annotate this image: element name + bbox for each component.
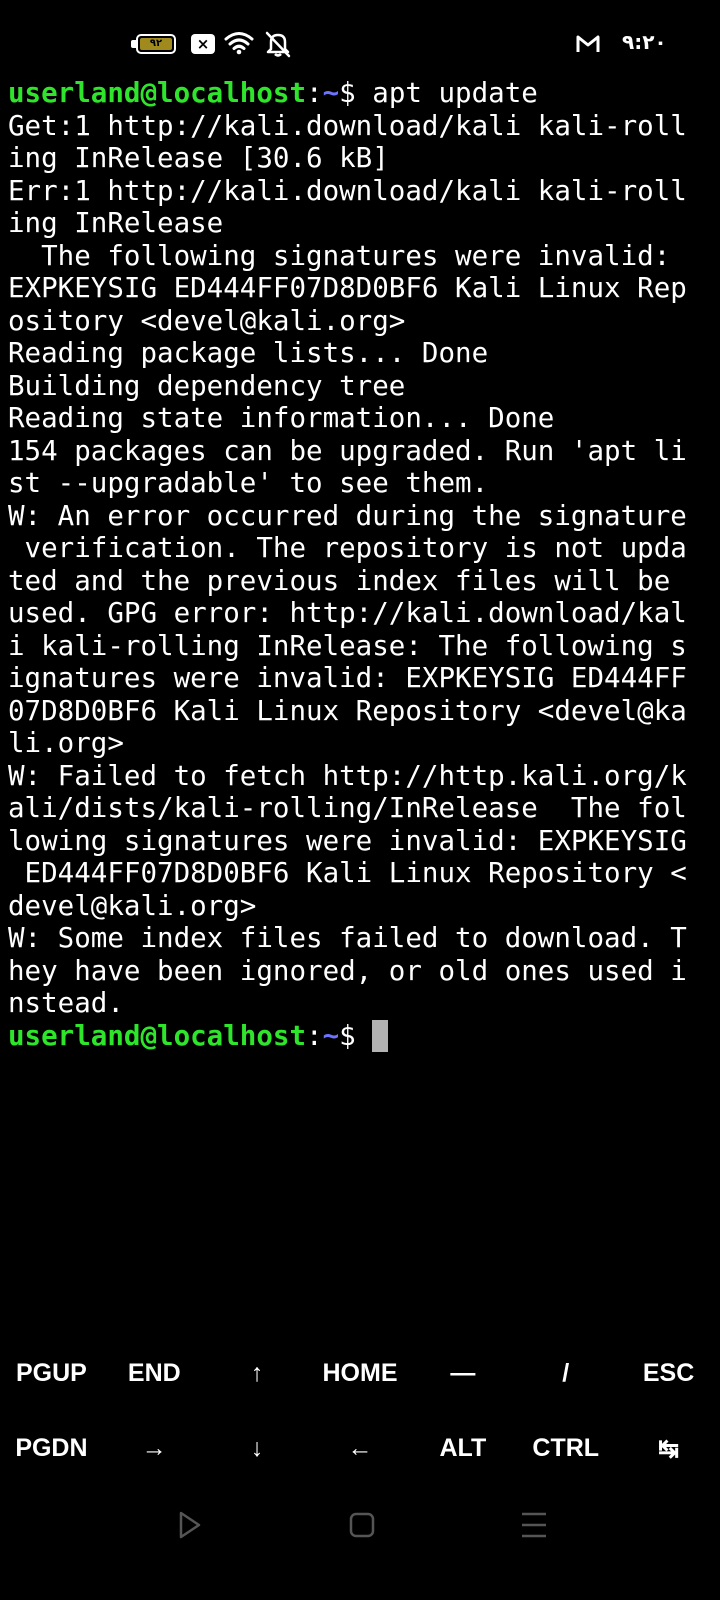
terminal-view[interactable]: userland@localhost:~$ apt update Get:1 h… xyxy=(8,77,712,1052)
battery-icon: ۹۲ xyxy=(136,34,176,54)
terminal-output-line: EXPKEYSIG ED444FF07D8D0BF6 Kali Linux Re… xyxy=(8,272,687,304)
gmail-icon xyxy=(576,35,600,52)
terminal-output-line: ted and the previous index files will be xyxy=(8,564,671,597)
terminal-output-line: W: Failed to fetch http://http.kali.org/… xyxy=(8,759,687,792)
navigation-bar xyxy=(0,1510,720,1600)
terminal-output-line: Err:1 http://kali.download/kali kali-rol… xyxy=(8,174,687,207)
prompt-colon: : xyxy=(306,77,323,109)
terminal-output-line: ED444FF07D8D0BF6 Kali Linux Repository < xyxy=(8,857,687,889)
terminal-output-line: Reading state information... Done xyxy=(8,402,555,434)
prompt-path: ~ xyxy=(322,1019,340,1052)
prompt-line-command: userland@localhost:~$ apt update xyxy=(8,77,712,110)
notifications-muted-icon xyxy=(265,31,291,58)
terminal-output-line: st --upgradable' to see them. xyxy=(8,467,489,499)
prompt-user-host: userland@localhost xyxy=(8,1019,307,1052)
text-cursor xyxy=(372,1019,389,1052)
terminal-output-line: 07D8D0BF6 Kali Linux Repository <devel@k… xyxy=(8,694,687,727)
key-ctrl-button[interactable]: CTRL xyxy=(514,1411,617,1486)
terminal-output-line: 154 packages can be upgraded. Run 'apt l… xyxy=(8,434,687,467)
extra-keys-row-1: PGUP END ↑ HOME — / ESC xyxy=(0,1336,720,1411)
terminal-output-line: ing InRelease [30.6 kB] xyxy=(8,142,389,174)
terminal-output-line: ository <devel@kali.org> xyxy=(8,304,406,337)
key-down-button[interactable]: ↓ xyxy=(206,1411,309,1486)
recents-icon[interactable] xyxy=(521,1510,547,1540)
terminal-output-line: The following signatures were invalid: xyxy=(8,239,671,272)
key-right-button[interactable]: → xyxy=(103,1411,206,1486)
command-text: apt update xyxy=(372,77,538,109)
terminal-output-line: devel@kali.org> xyxy=(8,889,257,922)
prompt-user-host: userland@localhost xyxy=(8,77,307,109)
terminal-output-line: W: Some index files failed to download. … xyxy=(8,922,687,954)
terminal-output-line: verification. The repository is not upda xyxy=(8,532,687,564)
terminal-output-line: Reading package lists... Done xyxy=(8,337,489,369)
key-up-button[interactable]: ↑ xyxy=(206,1336,309,1411)
prompt-symbol: $ xyxy=(339,1019,373,1052)
terminal-output-line: Building dependency tree xyxy=(8,369,406,402)
key-pgdn-button[interactable]: PGDN xyxy=(0,1411,103,1486)
extra-keys-bar: PGUP END ↑ HOME — / ESC PGDN → ↓ ← ALT CTRL ↹ xyxy=(0,1336,720,1486)
battery-level: ۹۲ xyxy=(140,38,172,50)
key-home-button[interactable]: HOME xyxy=(309,1336,412,1411)
terminal-output-line: hey have been ignored, or old ones used … xyxy=(8,954,687,987)
terminal-output-line: Get:1 http://kali.download/kali kali-rol… xyxy=(8,109,687,142)
back-icon[interactable] xyxy=(177,1510,203,1540)
key-tab-button[interactable]: ↹ xyxy=(617,1411,720,1486)
terminal-output-line: ali/dists/kali-rolling/InRelease The fol xyxy=(8,792,687,824)
terminal-output-line: ignatures were invalid: EXPKEYSIG ED444F… xyxy=(8,662,687,694)
terminal-output-line: used. GPG error: http://kali.download/ka… xyxy=(8,597,687,629)
prompt-colon: : xyxy=(306,1019,323,1052)
terminal-output-line: nstead. xyxy=(8,987,124,1019)
prompt-line-active: userland@localhost:~$ xyxy=(8,1019,712,1053)
home-icon[interactable] xyxy=(349,1510,375,1540)
prompt-symbol: $ xyxy=(339,77,373,109)
key-alt-button[interactable]: ALT xyxy=(411,1411,514,1486)
terminal-output-line: i kali-rolling InRelease: The following … xyxy=(8,629,687,662)
key-end-button[interactable]: END xyxy=(103,1336,206,1411)
prompt-path: ~ xyxy=(322,77,340,109)
key-dash-button[interactable]: — xyxy=(411,1336,514,1411)
status-bar: ۹۲ × ۹:۲۰ xyxy=(0,0,720,80)
terminal-output-line: lowing signatures were invalid: EXPKEYSI… xyxy=(8,824,687,857)
clock: ۹:۲۰ xyxy=(622,30,667,54)
terminal-output-line: li.org> xyxy=(8,727,124,759)
terminal-output-line: W: An error occurred during the signatur… xyxy=(8,499,687,532)
wifi-icon xyxy=(224,32,254,55)
key-esc-button[interactable]: ESC xyxy=(617,1336,720,1411)
key-pgup-button[interactable]: PGUP xyxy=(0,1336,103,1411)
no-sim-icon: × xyxy=(191,34,215,54)
terminal-output-line: ing InRelease xyxy=(8,207,224,239)
extra-keys-row-2: PGDN → ↓ ← ALT CTRL ↹ xyxy=(0,1411,720,1486)
terminal-output: Get:1 http://kali.download/kali kali-rol… xyxy=(8,110,712,1020)
key-left-button[interactable]: ← xyxy=(309,1411,412,1486)
key-slash-button[interactable]: / xyxy=(514,1336,617,1411)
